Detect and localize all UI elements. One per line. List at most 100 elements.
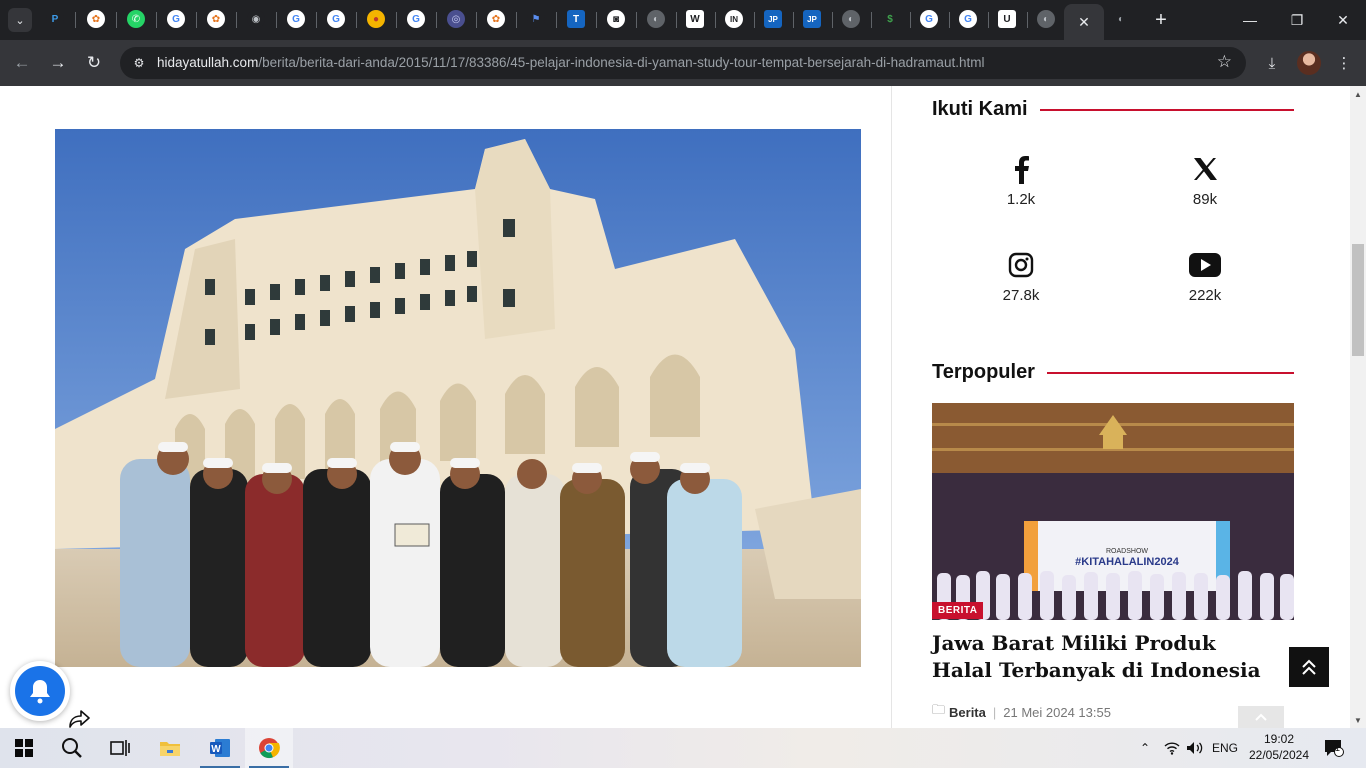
scroll-thumb[interactable] <box>1352 244 1364 356</box>
tab-favicon-jp[interactable]: JP <box>764 10 782 28</box>
globe-icon[interactable]: ◐ <box>1037 10 1055 28</box>
volume-icon[interactable] <box>1186 728 1204 768</box>
tab-favicon-jp[interactable]: JP <box>803 10 821 28</box>
chrome-icon <box>259 738 280 759</box>
tab-separator <box>636 12 637 28</box>
heading-rule <box>1046 371 1294 374</box>
profile-avatar[interactable] <box>1297 51 1321 75</box>
notification-bell-button[interactable] <box>10 661 70 721</box>
forward-icon[interactable]: → <box>46 51 70 75</box>
chrome-button[interactable] <box>245 728 293 768</box>
tab-favicon-orange-flower[interactable]: ✿ <box>487 10 505 28</box>
tab-favicon-p[interactable]: P <box>46 10 64 28</box>
chevron-up-icon <box>1255 713 1267 721</box>
instagram-link[interactable]: 27.8k <box>976 247 1066 304</box>
close-window-icon[interactable]: ✕ <box>1329 8 1357 32</box>
scroll-up-arrow-icon[interactable]: ▲ <box>1350 86 1366 102</box>
page-scrollbar[interactable]: ▲ ▼ <box>1350 86 1366 728</box>
url-host: hidayatullah.com <box>157 55 259 70</box>
task-view-icon <box>110 740 130 756</box>
system-clock[interactable]: 19:02 22/05/2024 <box>1240 731 1318 763</box>
download-icon[interactable]: ⤓ <box>1260 51 1284 75</box>
category-badge[interactable]: BERITA <box>932 602 984 619</box>
tab-favicon-orange-flower[interactable]: ✿ <box>87 10 105 28</box>
globe-icon[interactable]: ◐ <box>842 10 860 28</box>
popular-heading: Terpopuler <box>932 361 1035 383</box>
popular-article-title[interactable]: Jawa Barat Miliki Produk Halal Terbanyak… <box>932 630 1272 684</box>
x-count: 89k <box>1192 191 1218 208</box>
x-link[interactable]: 89k <box>1160 151 1250 208</box>
reload-icon[interactable]: ↻ <box>82 51 106 75</box>
instagram-count: 27.8k <box>1002 287 1040 304</box>
restore-icon[interactable]: ❐ <box>1283 8 1311 32</box>
tab-separator <box>276 12 277 28</box>
wifi-icon[interactable] <box>1164 728 1180 768</box>
menu-kebab-icon[interactable]: ⋮ <box>1332 51 1356 75</box>
scroll-down-arrow-icon[interactable]: ▼ <box>1350 712 1366 728</box>
tab-favicon-camera[interactable]: ◙ <box>607 10 625 28</box>
tab-favicon-dollar[interactable]: $ <box>881 10 899 28</box>
google-icon[interactable]: G <box>327 10 345 28</box>
banner-line-1: ROADSHOW <box>1106 548 1148 555</box>
tab-favicon-t[interactable]: T <box>567 10 585 28</box>
tab-separator <box>754 12 755 28</box>
tab-search-chevron-icon[interactable]: ⌄ <box>8 8 32 32</box>
close-tab-icon[interactable]: ✕ <box>1078 14 1090 31</box>
youtube-count: 222k <box>1188 287 1222 304</box>
tab-separator <box>476 12 477 28</box>
tab-favicon-orange-flower[interactable]: ✿ <box>207 10 225 28</box>
task-view-button[interactable] <box>96 728 144 768</box>
popular-article-image[interactable]: ROADSHOW #KITAHALALIN2024 <box>932 403 1294 620</box>
follow-heading: Ikuti Kami <box>932 98 1028 120</box>
tab-separator <box>793 12 794 28</box>
globe-icon[interactable]: ◐ <box>647 10 665 28</box>
windows-logo-icon <box>15 739 33 757</box>
url-text[interactable]: hidayatullah.com/berita/berita-dari-anda… <box>157 55 984 70</box>
tab-separator <box>156 12 157 28</box>
bookmark-star-icon[interactable]: ☆ <box>1217 52 1232 72</box>
heading-rule <box>1039 108 1294 111</box>
scroll-to-top-button[interactable] <box>1289 647 1329 687</box>
meta-separator: | <box>992 704 997 720</box>
notification-icon <box>1325 740 1344 757</box>
back-icon[interactable]: ← <box>10 51 34 75</box>
article-meta: 🗀 Berita | 21 Mei 2024 13:55 <box>932 701 1111 723</box>
wikipedia-icon[interactable]: W <box>686 10 704 28</box>
folder-icon: 🗀 <box>932 702 946 717</box>
article-category[interactable]: Berita <box>949 705 986 720</box>
bell-icon <box>15 666 65 716</box>
site-info-icon[interactable]: ⚙ <box>130 54 148 72</box>
facebook-link[interactable]: 1.2k <box>976 151 1066 208</box>
google-icon[interactable]: G <box>167 10 185 28</box>
tab-favicon-in[interactable]: IN <box>725 10 743 28</box>
tab-favicon-flag[interactable]: ⚑ <box>527 10 545 28</box>
tab-separator <box>596 12 597 28</box>
globe-icon[interactable]: ◐ <box>1112 10 1130 28</box>
language-indicator[interactable]: ENG <box>1212 728 1238 768</box>
start-button[interactable] <box>0 728 48 768</box>
file-explorer-button[interactable] <box>146 728 194 768</box>
new-tab-button[interactable]: + <box>1150 9 1172 31</box>
tab-favicon-yellow-square[interactable]: ● <box>367 10 385 28</box>
action-center-button[interactable]: 1 <box>1324 728 1344 768</box>
tab-favicon-globe-purple[interactable]: ◎ <box>447 10 465 28</box>
address-bar[interactable]: ⚙ hidayatullah.com/berita/berita-dari-an… <box>120 47 1246 79</box>
clock-date: 22/05/2024 <box>1248 748 1310 762</box>
search-button[interactable] <box>48 728 96 768</box>
tab-favicon-u[interactable]: U <box>998 10 1016 28</box>
active-tab[interactable]: ✕ <box>1064 4 1104 40</box>
whatsapp-icon[interactable]: ✆ <box>127 10 145 28</box>
tab-separator <box>676 12 677 28</box>
x-icon <box>1160 151 1250 187</box>
tray-overflow-chevron-icon[interactable]: ⌃ <box>1140 728 1154 768</box>
google-icon[interactable]: G <box>407 10 425 28</box>
word-button[interactable]: W <box>196 728 244 768</box>
share-icon[interactable] <box>68 710 90 728</box>
google-icon[interactable]: G <box>287 10 305 28</box>
google-icon[interactable]: G <box>920 10 938 28</box>
chrome-icon[interactable]: ◉ <box>247 10 265 28</box>
google-icon[interactable]: G <box>959 10 977 28</box>
back-to-top-tab[interactable] <box>1238 706 1284 728</box>
youtube-link[interactable]: 222k <box>1160 247 1250 304</box>
minimize-icon[interactable]: — <box>1236 8 1264 32</box>
